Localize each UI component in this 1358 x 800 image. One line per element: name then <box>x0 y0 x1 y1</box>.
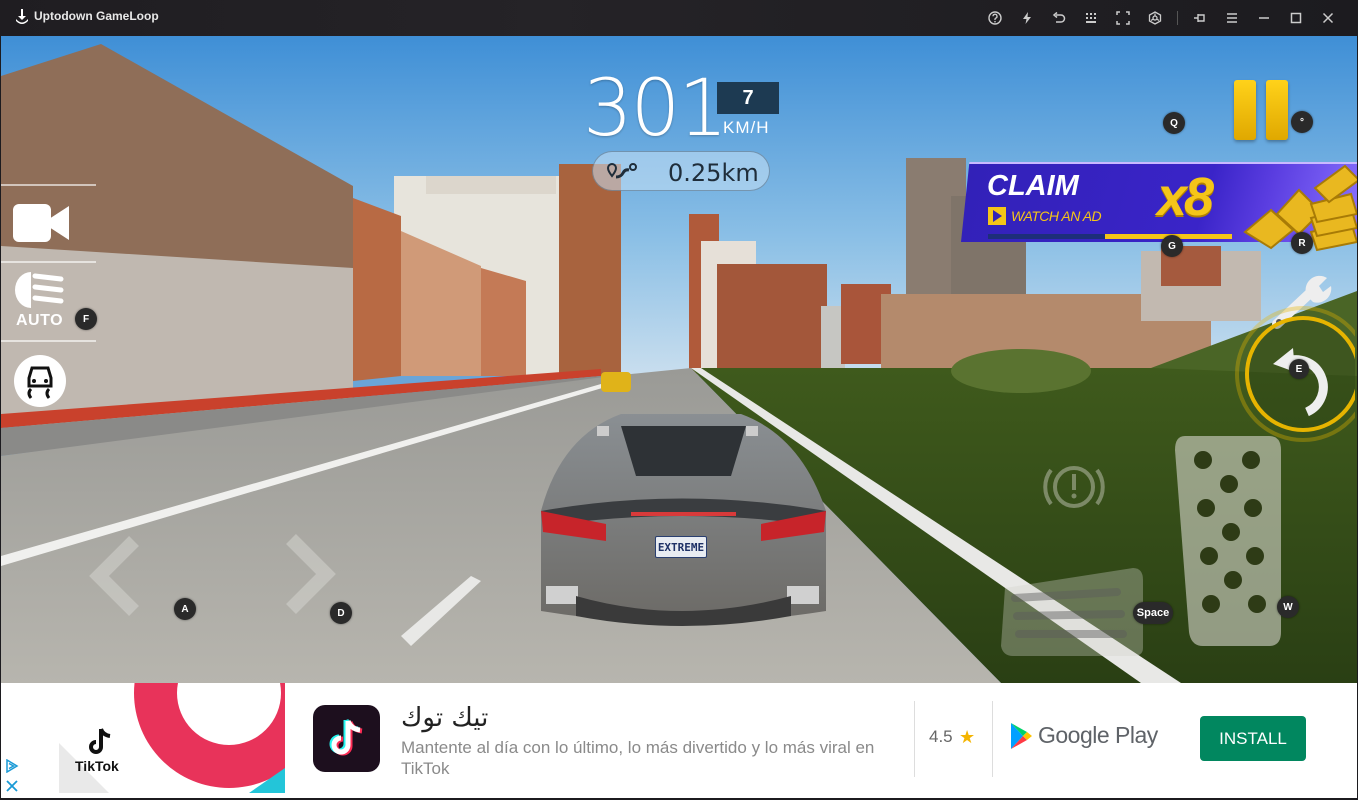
camera-icon[interactable] <box>13 202 71 246</box>
pin-icon[interactable] <box>1184 8 1216 28</box>
brake-pedal[interactable] <box>993 548 1153 658</box>
headlights-icon[interactable] <box>13 270 65 310</box>
divider <box>1 261 96 263</box>
divider <box>992 701 993 777</box>
key-badge-gas: W <box>1277 596 1299 618</box>
claim-reward-banner[interactable]: CLAIM WATCH AN AD x8 <box>961 160 1357 252</box>
back-icon[interactable] <box>1043 8 1075 28</box>
ad-choices-icon[interactable] <box>5 759 19 773</box>
speed-readout: 301 <box>583 64 728 154</box>
install-button[interactable]: INSTALL <box>1200 716 1306 761</box>
key-badge-brake: Space <box>1133 602 1173 624</box>
claim-title: CLAIM <box>987 170 1079 202</box>
game-viewport[interactable]: EXTREME 301 7 KM/H 0.25km AUTO F A D Q °… <box>1 36 1357 683</box>
settings-wheel-icon[interactable] <box>1139 8 1171 28</box>
lights-mode-label: AUTO <box>16 312 64 329</box>
boost-icon[interactable] <box>1011 8 1043 28</box>
tiktok-logo-icon <box>89 728 111 754</box>
gear-indicator: 7 <box>717 82 779 114</box>
key-badge-lights: F <box>75 308 97 330</box>
handbrake-icon[interactable] <box>1037 456 1111 518</box>
gas-pedal[interactable] <box>1173 432 1285 650</box>
distance-indicator: 0.25km <box>592 151 770 191</box>
distance-value: 0.25km <box>668 159 759 187</box>
minimize-icon[interactable] <box>1248 8 1280 28</box>
pause-icon <box>1234 80 1256 140</box>
gameloop-window: Uptodown GameLoop EXTREME 301 7 KM/H 0.2… <box>0 0 1358 800</box>
google-play-icon <box>1011 723 1032 749</box>
key-badge-pause: ° <box>1291 111 1313 133</box>
ad-app-icon[interactable] <box>313 705 380 772</box>
steer-left-button[interactable] <box>89 536 149 616</box>
toolbar <box>979 8 1344 28</box>
app-title: Uptodown GameLoop <box>34 9 159 23</box>
license-plate: EXTREME <box>655 536 707 558</box>
ad-banner-brand: TikTok <box>75 758 119 774</box>
steer-right-button[interactable] <box>279 534 339 614</box>
taxi <box>601 372 631 392</box>
toolbar-divider <box>1177 11 1178 25</box>
pause-icon-bar <box>1266 80 1288 140</box>
help-icon[interactable] <box>979 8 1011 28</box>
traction-control-icon <box>27 366 53 399</box>
player-car <box>541 414 826 626</box>
menu-icon[interactable] <box>1216 8 1248 28</box>
ad-close-icon[interactable] <box>5 779 19 793</box>
key-badge-reset: E <box>1289 359 1309 379</box>
divider <box>914 701 915 777</box>
ad-banner: TikTok تيك توك Mantente al día con lo úl… <box>1 683 1357 798</box>
play-ad-icon <box>988 207 1006 225</box>
key-badge-steer-left: A <box>174 598 196 620</box>
route-icon <box>607 162 637 179</box>
ad-description: Mantente al día con lo último, lo más di… <box>401 738 875 778</box>
tiktok-app-icon <box>329 718 362 755</box>
claim-progress-bar <box>988 234 1232 239</box>
keymap-icon[interactable] <box>1075 8 1107 28</box>
reward-multiplier: x8 <box>1157 167 1214 227</box>
fullscreen-icon[interactable] <box>1107 8 1139 28</box>
store-name: Google Play <box>1038 722 1158 748</box>
claim-subtitle: WATCH AN AD <box>1011 208 1102 224</box>
key-badge-steer-right: D <box>330 602 352 624</box>
ad-app-name[interactable]: تيك توك <box>401 703 488 733</box>
key-badge-q: Q <box>1163 112 1185 134</box>
gameloop-logo-icon <box>16 9 28 24</box>
speed-unit: KM/H <box>723 118 770 137</box>
title-bar: Uptodown GameLoop <box>0 0 1358 36</box>
close-icon[interactable] <box>1312 8 1344 28</box>
divider <box>1 340 96 342</box>
key-badge-coins: R <box>1291 232 1313 254</box>
divider <box>1 184 96 186</box>
maximize-icon[interactable] <box>1280 8 1312 28</box>
ad-creative-image[interactable]: TikTok <box>59 683 285 793</box>
traction-control-button[interactable] <box>14 355 66 407</box>
ad-rating: 4.5 <box>929 727 953 746</box>
star-icon: ★ <box>959 727 976 747</box>
pause-button[interactable] <box>1234 80 1292 142</box>
key-badge-claim: G <box>1161 235 1183 257</box>
